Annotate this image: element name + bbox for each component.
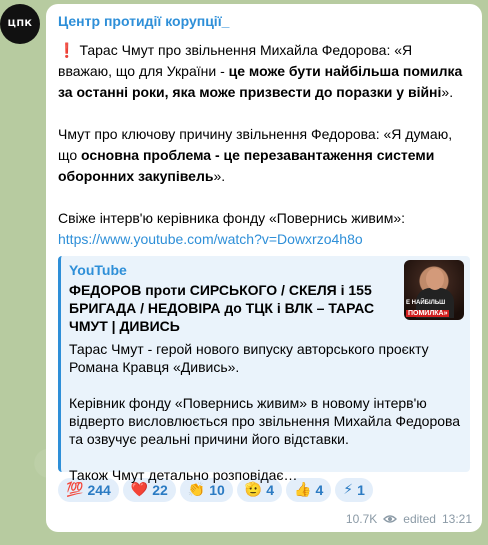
reaction-count: 10 (209, 482, 225, 498)
edited-label: edited (403, 512, 436, 526)
paragraph-3: Свіже інтерв'ю керівника фонду «Повернис… (58, 210, 405, 226)
thumbnail-caption-1: Е НАЙБІЛЬШ (406, 300, 446, 306)
reaction-count: 244 (87, 482, 111, 498)
thumbnail-caption-2: ПОМИЛКА» (406, 310, 450, 317)
paragraph-2: Чмут про ключову причину звільнення Федо… (58, 126, 453, 184)
avatar-text: ЦПК (7, 19, 33, 29)
link-preview[interactable]: YouTube ФЕДОРОВ проти СИРСЬКОГО / СКЕЛЯ … (58, 256, 470, 483)
salute-icon: 🫡 (244, 482, 263, 498)
preview-thumbnail[interactable]: Е НАЙБІЛЬШ ПОМИЛКА» (404, 260, 464, 320)
reaction-count: 1 (357, 482, 365, 498)
clap-icon: 👏 (187, 482, 206, 498)
exclamation-icon: ❗ (58, 42, 76, 58)
channel-avatar[interactable]: ЦПК (0, 4, 40, 44)
preview-description: Тарас Чмут - герой нового випуску авторс… (69, 341, 461, 483)
youtube-link[interactable]: https://www.youtube.com/watch?v=Dowxrzo4… (58, 231, 363, 247)
view-count: 10.7K (345, 512, 378, 526)
message-time: 13:21 (441, 512, 472, 526)
reaction-count: 4 (266, 482, 275, 498)
message-meta: 10.7K edited 13:21 (346, 512, 472, 526)
thumbs-up-icon: 👍 (294, 482, 312, 498)
preview-title: ФЕДОРОВ проти СИРСЬКОГО / СКЕЛЯ і 155 БР… (69, 282, 375, 334)
lightning-icon: ⚡ (343, 482, 354, 498)
message-bubble: Центр протидії корупції_ ❗ Тарас Чмут про… (46, 4, 482, 532)
paragraph-1: ❗ Тарас Чмут про звільнення Михайла Федор… (58, 42, 463, 100)
message-text: ❗ Тарас Чмут про звільнення Михайла Федор… (58, 40, 470, 250)
hundred-icon: 💯 (66, 482, 84, 498)
reaction-count: 4 (315, 482, 324, 498)
eye-icon (383, 515, 398, 523)
thumbnail-person-face (426, 268, 444, 290)
heart-icon: ❤️ (130, 482, 149, 498)
reaction-count: 22 (152, 482, 168, 498)
channel-name[interactable]: Центр протидії корупції_ (58, 12, 470, 30)
